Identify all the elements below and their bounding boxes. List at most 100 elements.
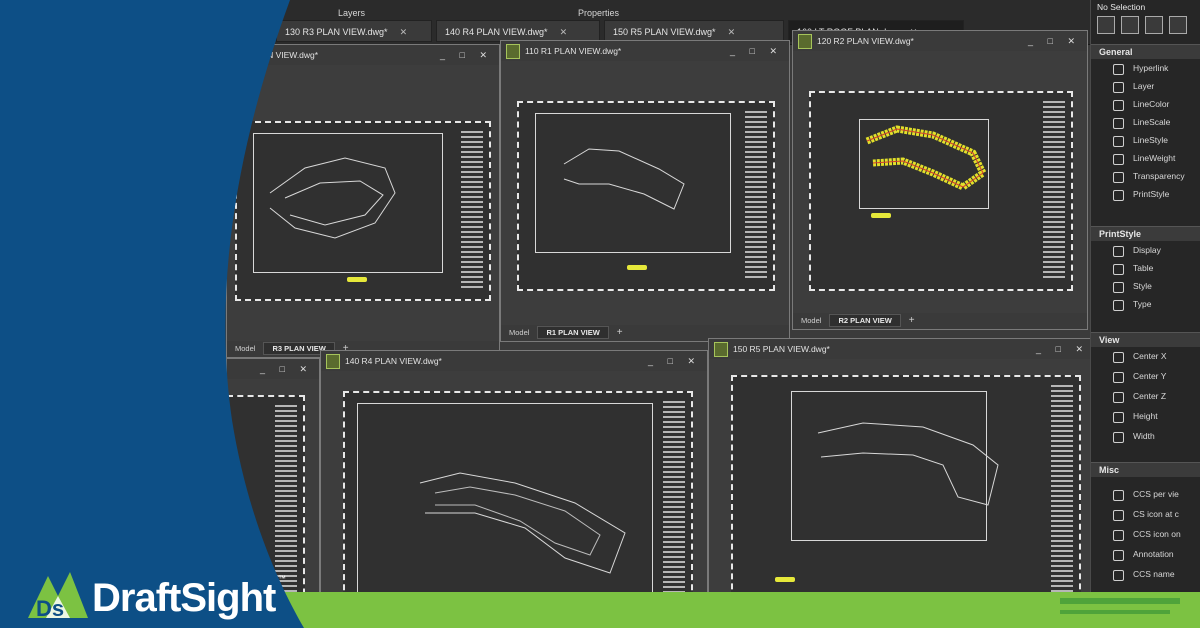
scale-stamp (347, 277, 367, 282)
prop-label: Center X (1133, 351, 1167, 361)
prop-row[interactable]: Hyperlink (1091, 59, 1200, 77)
floor-plan-drawing (563, 148, 685, 210)
transparency-icon (1113, 172, 1124, 183)
tab-model[interactable]: Model (509, 328, 529, 337)
window-controls[interactable]: _ □ ✕ (440, 45, 493, 65)
section-header[interactable]: Misc (1091, 462, 1200, 477)
filter-icon[interactable] (1169, 16, 1187, 34)
prop-row[interactable]: LineColor (1091, 95, 1200, 113)
window-title: 120 R2 PLAN VIEW.dwg* (817, 36, 914, 46)
drawing-window[interactable]: 140 R4 PLAN VIEW.dwg* _ □ ✕ (320, 350, 708, 628)
window-titlebar[interactable]: 120 R2 PLAN VIEW.dwg* _ □ ✕ (793, 31, 1087, 51)
prop-row[interactable]: Transparency (1091, 167, 1200, 185)
window-title: PLAN VIEW.dwg* (251, 50, 319, 60)
window-titlebar[interactable]: 150 R5 PLAN VIEW.dwg* _ □ ✕ (709, 339, 1095, 359)
close-icon[interactable]: ✕ (728, 27, 736, 37)
layer-icon (1113, 82, 1124, 93)
prop-label: LineStyle (1133, 135, 1168, 145)
linecolor-icon (1113, 100, 1124, 111)
prop-label: Center Z (1133, 391, 1167, 401)
window-titlebar[interactable]: 140 R4 PLAN VIEW.dwg* _ □ ✕ (321, 351, 707, 371)
drawing-canvas[interactable] (709, 359, 1095, 628)
window-title: 150 R5 PLAN VIEW.dwg* (733, 344, 830, 354)
window-titlebar[interactable]: _ □ ✕ (227, 359, 319, 379)
prop-row[interactable]: Annotation (1091, 545, 1200, 565)
window-controls[interactable]: _ □ ✕ (260, 359, 313, 379)
prop-label: Transparency (1133, 171, 1185, 181)
prop-label: Width (1133, 431, 1155, 441)
drawing-window[interactable]: PLAN VIEW.dwg* _ □ ✕ Model R3 PLAN VIEW + (226, 44, 500, 358)
center-z-icon (1113, 392, 1124, 403)
tab-model[interactable]: Model (235, 344, 255, 353)
section-header[interactable]: View (1091, 332, 1200, 347)
tab-layout[interactable]: R1 PLAN VIEW (537, 326, 609, 339)
prop-label: Height (1133, 411, 1158, 421)
prop-row[interactable]: LineScale (1091, 113, 1200, 131)
prop-row[interactable]: Table (1091, 259, 1200, 277)
window-controls[interactable]: _ □ ✕ (730, 41, 783, 61)
drawing-canvas[interactable] (227, 65, 499, 341)
drawing-window[interactable]: 110 R1 PLAN VIEW.dwg* _ □ ✕ Model R1 PLAN … (500, 40, 790, 342)
toggle-pickadd-icon[interactable] (1145, 16, 1163, 34)
svg-text:Ds: Ds (36, 596, 64, 621)
prop-row[interactable]: CCS icon on (1091, 525, 1200, 545)
brand-wordmark: DraftSight (92, 576, 276, 620)
prop-label: Style (1133, 281, 1152, 291)
prop-label: Layer (1133, 81, 1155, 91)
tab-properties[interactable]: Properties (578, 8, 619, 18)
section-header[interactable]: General (1091, 44, 1200, 59)
prop-row[interactable]: CS icon at c (1091, 505, 1200, 525)
title-block (745, 111, 767, 281)
prop-row[interactable]: Style (1091, 277, 1200, 295)
prop-label: LineWeight (1133, 153, 1176, 163)
prop-row[interactable]: Layer (1091, 77, 1200, 95)
width-icon (1113, 432, 1124, 443)
doc-tab[interactable]: 140 R4 PLAN VIEW.dwg* ✕ (436, 20, 600, 42)
prop-row[interactable]: Width (1091, 427, 1200, 447)
title-block (663, 401, 685, 621)
scale-stamp (775, 577, 795, 582)
window-controls[interactable]: _ □ ✕ (1036, 339, 1089, 359)
prop-row[interactable]: Type (1091, 295, 1200, 313)
prop-row[interactable]: Center Z (1091, 387, 1200, 407)
section-header[interactable]: PrintStyle (1091, 226, 1200, 241)
tab-layout[interactable]: R2 PLAN VIEW (829, 314, 901, 327)
ccs-icon (1113, 530, 1124, 541)
title-block (1051, 385, 1073, 619)
prop-row[interactable]: CCS name (1091, 565, 1200, 585)
drawing-sheet (517, 101, 775, 291)
prop-row[interactable]: Display (1091, 241, 1200, 259)
drawing-window[interactable]: 150 R5 PLAN VIEW.dwg* _ □ ✕ (708, 338, 1096, 628)
layout-tabs: Model R2 PLAN VIEW + (793, 313, 1087, 329)
add-layout-button[interactable]: + (909, 315, 915, 326)
drawing-canvas[interactable] (321, 371, 707, 628)
type-icon (1113, 300, 1124, 311)
doc-tab-label: 140 R4 PLAN VIEW.dwg* (445, 27, 548, 37)
window-controls[interactable]: _ □ ✕ (1028, 31, 1081, 51)
drawing-sheet (731, 375, 1081, 628)
close-icon[interactable]: ✕ (560, 27, 568, 37)
prop-row[interactable]: LineWeight (1091, 149, 1200, 167)
prop-row[interactable]: PrintStyle (1091, 185, 1200, 203)
tab-model[interactable]: Model (801, 316, 821, 325)
prop-row[interactable]: Height (1091, 407, 1200, 427)
window-controls[interactable]: _ □ ✕ (648, 351, 701, 371)
tab-layers[interactable]: Layers (338, 8, 365, 18)
doc-tab[interactable]: 150 R5 PLAN VIEW.dwg* ✕ (604, 20, 784, 42)
add-layout-button[interactable]: + (617, 327, 623, 338)
prop-row[interactable]: CCS per vie (1091, 485, 1200, 505)
annotation-icon (1113, 550, 1124, 561)
prop-label: Hyperlink (1133, 63, 1169, 73)
prop-row[interactable]: Center X (1091, 347, 1200, 367)
doc-tab[interactable]: 130 R3 PLAN VIEW.dwg* ✕ (276, 20, 432, 42)
close-icon[interactable]: ✕ (400, 27, 408, 37)
prop-row[interactable]: LineStyle (1091, 131, 1200, 149)
quick-select-icon[interactable] (1097, 16, 1115, 34)
drawing-canvas[interactable] (793, 51, 1087, 313)
drawing-canvas[interactable] (501, 61, 789, 325)
drawing-window[interactable]: 120 R2 PLAN VIEW.dwg* _ □ ✕ Model R2 PLAN … (792, 30, 1088, 330)
window-titlebar[interactable]: PLAN VIEW.dwg* _ □ ✕ (227, 45, 499, 65)
window-titlebar[interactable]: 110 R1 PLAN VIEW.dwg* _ □ ✕ (501, 41, 789, 61)
prop-row[interactable]: Center Y (1091, 367, 1200, 387)
select-objects-icon[interactable] (1121, 16, 1139, 34)
